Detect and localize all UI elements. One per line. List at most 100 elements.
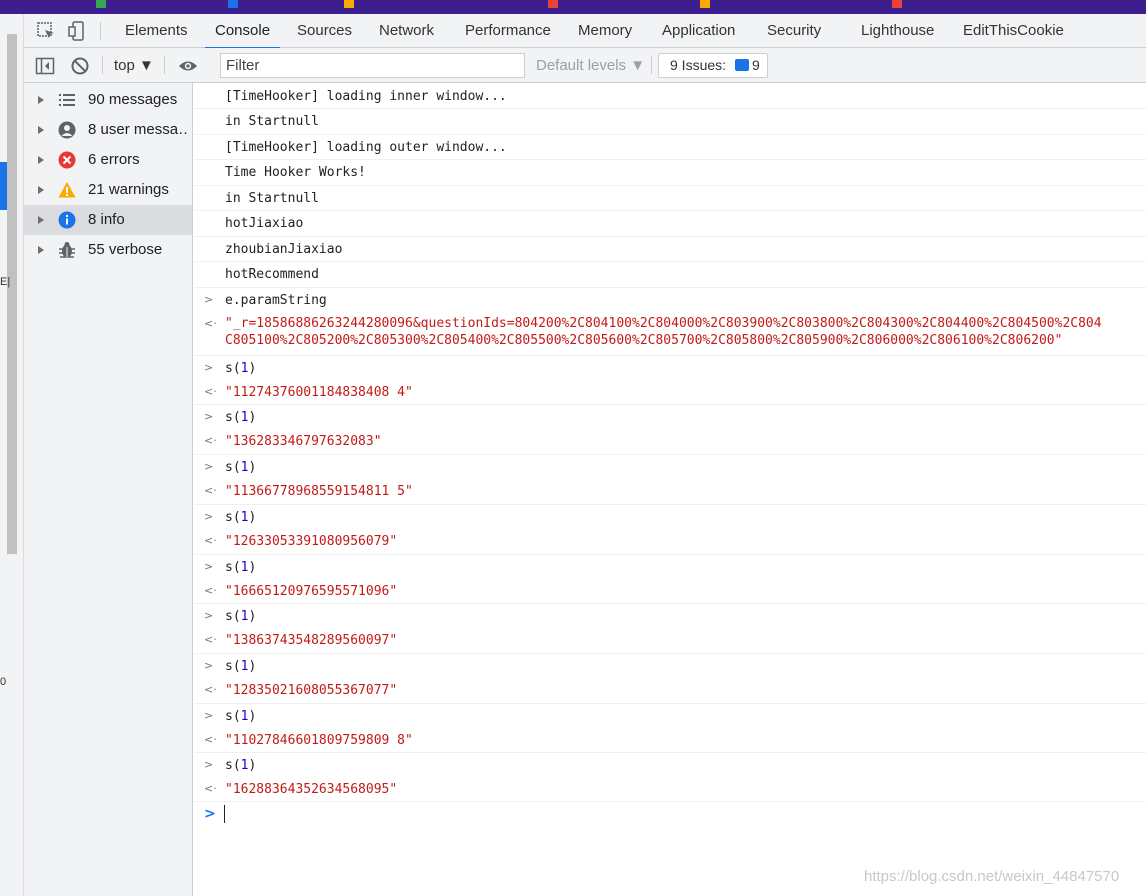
console-log-line: zhoubianJiaxiao [194,237,1146,262]
input-chevron-icon: > [204,460,214,473]
tab-console[interactable]: Console [204,14,281,49]
filter-input[interactable] [220,53,525,78]
bookmark-icon [228,0,238,8]
inspect-element-icon[interactable] [36,21,56,41]
tab-lighthouse[interactable]: Lighthouse [861,14,934,48]
console-input-result: > s(1) <· "13863743548289560097" [194,604,1146,654]
result-arrow-icon: <· [204,434,217,447]
sidebar-item-label: 8 user messa… [88,121,188,138]
console-prompt-chevron-icon: > [204,806,216,822]
input-chevron-icon: > [204,410,214,423]
console-log-line: [TimeHooker] loading outer window... [194,135,1146,160]
warning-icon [58,182,76,198]
expand-arrow-icon [38,216,44,224]
bookmark-icon [344,0,354,8]
log-levels-dropdown[interactable]: Default levels ▼ [536,48,645,83]
page-text-fragment: E| [0,276,11,288]
console-output[interactable]: [TimeHooker] loading inner window... in … [194,83,1146,896]
result-arrow-icon: <· [204,385,217,398]
bookmark-icon [548,0,558,8]
console-toolbar: top ▼ Default levels ▼ 9 Issues: 9 [24,48,1146,83]
result-arrow-icon: <· [204,584,217,597]
sidebar-item-info[interactable]: 8 info [24,205,192,235]
input-chevron-icon: > [204,609,214,622]
info-icon [58,211,76,229]
bookmark-bar [0,0,1146,14]
console-input-result: > s(1) <· "11274376001184838408 4" [194,356,1146,405]
console-log-line: hotRecommend [194,262,1146,288]
issues-button[interactable]: 9 Issues: 9 [658,53,768,78]
page-scrollbar[interactable] [7,34,17,554]
console-input-caret[interactable] [224,805,225,823]
sidebar-item-label: 90 messages [88,91,178,108]
sidebar-item-messages[interactable]: 90 messages [24,85,192,115]
console-log-line: in Startnull [194,186,1146,211]
console-log-line: [TimeHooker] loading inner window... [194,85,1146,109]
toolbar-divider [164,56,165,74]
console-input-result: > s(1) <· "16665120976595571096" [194,555,1146,604]
result-arrow-icon: <· [204,484,217,497]
context-selector[interactable]: top ▼ [114,48,154,83]
bookmark-icon [700,0,710,8]
result-arrow-icon: <· [204,317,217,330]
console-input-result: > s(1) <· "16288364352634568095" [194,753,1146,802]
user-icon [58,121,76,139]
sidebar-item-warnings[interactable]: 21 warnings [24,175,192,205]
input-chevron-icon: > [204,361,214,374]
input-chevron-icon: > [204,510,214,523]
console-input-result: > s(1) <· "136283346797632083" [194,405,1146,455]
page-highlight [0,162,7,210]
console-log-line: hotJiaxiao [194,211,1146,237]
tab-sources[interactable]: Sources [297,14,352,48]
sidebar-item-user-messages[interactable]: 8 user messa… [24,115,192,145]
input-chevron-icon: > [204,560,214,573]
input-chevron-icon: > [204,293,214,306]
console-input-result: > s(1) <· "12835021608055367077" [194,654,1146,704]
result-arrow-icon: <· [204,782,217,795]
bookmark-icon [892,0,902,8]
expand-arrow-icon [38,126,44,134]
result-arrow-icon: <· [204,733,217,746]
expand-arrow-icon [38,96,44,104]
console-input-result: > s(1) <· "11366778968559154811 5" [194,455,1146,505]
sidebar-item-label: 6 errors [88,151,140,168]
issues-label: 9 Issues: [670,57,727,73]
console-log-line: in Startnull [194,109,1146,135]
left-page-gutter: E| 0 [0,14,24,896]
devtools-tab-bar: Elements Console Sources Network Perform… [24,14,1146,49]
console-input-result: > s(1) <· "12633053391080956079" [194,505,1146,555]
console-input-result: > e.paramString <· "_r=18586886263244280… [194,288,1146,356]
expand-arrow-icon [38,156,44,164]
page-text-fragment: 0 [0,676,7,688]
list-icon [59,94,75,106]
sidebar-item-verbose[interactable]: 55 verbose [24,235,192,265]
tab-performance[interactable]: Performance [465,14,551,48]
tab-memory[interactable]: Memory [578,14,632,48]
live-expression-eye-icon[interactable] [178,56,198,76]
console-input-result: > s(1) <· "11027846601809759809 8" [194,704,1146,753]
tab-application[interactable]: Application [662,14,735,48]
sidebar-item-errors[interactable]: 6 errors [24,145,192,175]
device-toolbar-icon[interactable] [68,21,88,41]
error-icon [58,151,76,169]
bug-icon [59,242,75,258]
devtools-window: E| 0 Elements Console Sources Network Pe… [0,0,1146,896]
tab-elements[interactable]: Elements [125,14,188,48]
input-chevron-icon: > [204,758,214,771]
clear-console-icon[interactable] [70,56,90,76]
input-chevron-icon: > [204,709,214,722]
toolbar-divider [651,56,652,74]
tab-editthiscookie[interactable]: EditThisCookie [963,14,1064,48]
sidebar-toggle-icon[interactable] [35,56,55,76]
expand-arrow-icon [38,186,44,194]
toolbar-divider [100,22,101,40]
expand-arrow-icon [38,246,44,254]
console-log-line: Time Hooker Works! [194,160,1146,186]
sidebar-item-label: 21 warnings [88,181,169,198]
sidebar-item-label: 8 info [88,211,125,228]
tab-security[interactable]: Security [767,14,821,48]
issues-count: 9 [752,57,760,73]
toolbar-divider [102,56,103,74]
console-sidebar: 90 messages 8 user messa… 6 errors 21 wa… [24,83,193,896]
tab-network[interactable]: Network [379,14,434,48]
